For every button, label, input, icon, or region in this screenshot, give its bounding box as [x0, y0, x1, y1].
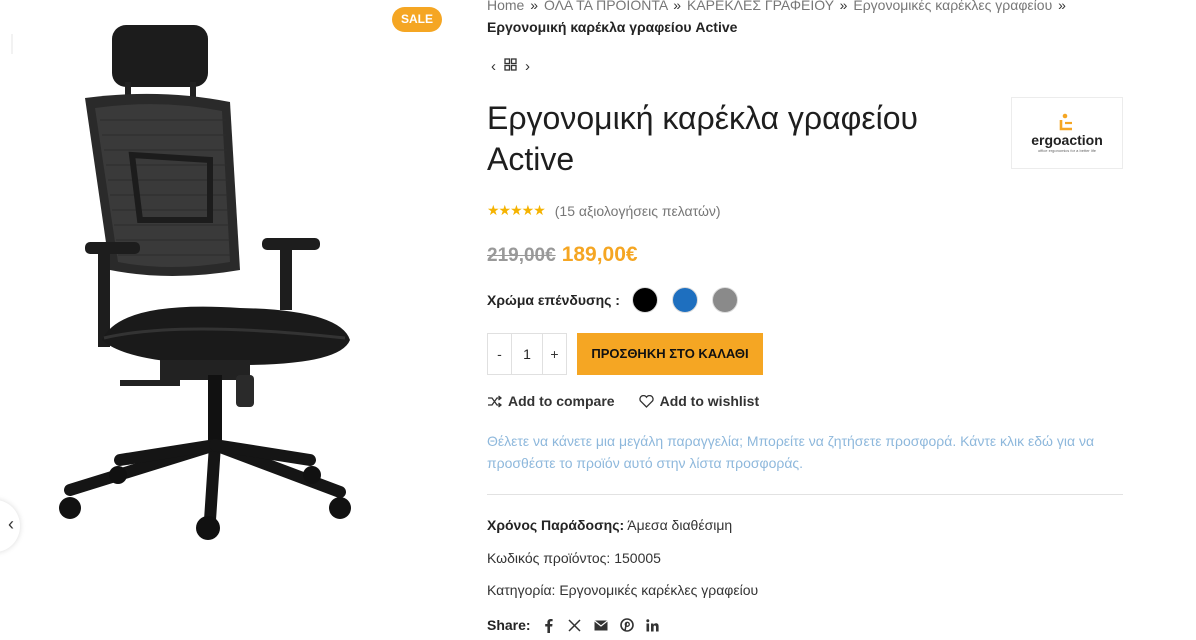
- brand-tagline: office ergonomics for a better life: [1038, 147, 1096, 153]
- share-bar: Share:: [487, 617, 661, 633]
- wishlist-label: Add to wishlist: [659, 393, 760, 409]
- product-rating: ★★★★★ (15 αξιολογήσεις πελατών): [487, 202, 721, 219]
- brand-logo[interactable]: ergoaction office ergonomics for a bette…: [1011, 97, 1123, 169]
- breadcrumb-ergonomic-chairs[interactable]: Εργονομικές καρέκλες γραφείου: [853, 0, 1052, 13]
- chevron-left-icon: ‹: [8, 514, 14, 534]
- breadcrumb: Home » ΟΛΑ ΤΑ ΠΡΟΪΟΝΤΑ » ΚΑΡΕΚΛΕΣ ΓΡΑΦΕΙ…: [487, 0, 1127, 38]
- product-actions: Add to compare Add to wishlist: [487, 393, 759, 409]
- delivery-time: Χρόνος Παράδοσης: Άμεσα διαθέσιμη: [487, 517, 732, 533]
- breadcrumb-separator: »: [839, 0, 848, 13]
- star-rating-icon: ★★★★★: [487, 202, 546, 218]
- chevron-left-icon[interactable]: ‹: [491, 58, 496, 75]
- linkedin-icon[interactable]: [645, 617, 661, 633]
- ergoaction-logo-icon: [1059, 113, 1072, 130]
- price-sale: 189,00€: [561, 243, 638, 266]
- facebook-icon[interactable]: [541, 617, 557, 633]
- heart-icon: [638, 394, 654, 408]
- quote-request-link[interactable]: Θέλετε να κάνετε μια μεγάλη παραγγελία; …: [487, 430, 1127, 474]
- breadcrumb-current: Εργονομική καρέκλα γραφείου Active: [487, 19, 738, 35]
- add-to-cart-button[interactable]: ΠΡΟΣΘΗΚΗ ΣΤΟ ΚΑΛΑΘΙ: [577, 333, 763, 375]
- compare-link[interactable]: Add to compare: [487, 393, 615, 409]
- product-image[interactable]: [40, 20, 370, 550]
- delivery-value: Άμεσα διαθέσιμη: [627, 517, 733, 533]
- price-old: 219,00€: [487, 245, 556, 266]
- product-navigation: ‹ ›: [491, 58, 530, 75]
- color-selector: Χρώμα επένδυσης :: [487, 287, 752, 313]
- breadcrumb-all-products[interactable]: ΟΛΑ ΤΑ ΠΡΟΪΟΝΤΑ: [544, 0, 667, 13]
- compare-icon: [488, 394, 502, 408]
- swatch-blue[interactable]: [672, 287, 698, 313]
- breadcrumb-separator: »: [1058, 0, 1066, 13]
- sale-badge: SALE: [392, 7, 442, 32]
- product-price: 219,00€ 189,00€: [487, 243, 638, 267]
- category-link[interactable]: Εργονομικές καρέκλες γραφείου: [559, 582, 758, 598]
- breadcrumb-office-chairs[interactable]: ΚΑΡΕΚΛΕΣ ΓΡΑΦΕΙΟΥ: [687, 0, 834, 13]
- reviews-link[interactable]: (15 αξιολογήσεις πελατών): [555, 203, 721, 219]
- quantity-stepper: - 1 +: [487, 333, 567, 375]
- swatch-black[interactable]: [632, 287, 658, 313]
- quantity-decrease-button[interactable]: -: [488, 334, 512, 374]
- gallery-edge: [11, 34, 13, 54]
- delivery-label: Χρόνος Παράδοσης:: [487, 517, 625, 533]
- compare-label: Add to compare: [508, 393, 615, 409]
- swatch-grey[interactable]: [712, 287, 738, 313]
- x-icon[interactable]: [567, 617, 583, 633]
- quantity-increase-button[interactable]: +: [542, 334, 566, 374]
- brand-name: ergoaction: [1031, 131, 1103, 148]
- color-label: Χρώμα επένδυσης :: [487, 292, 620, 308]
- chevron-right-icon[interactable]: ›: [525, 58, 530, 75]
- sku-label: Κωδικός προϊόντος:: [487, 550, 611, 566]
- share-label: Share:: [487, 617, 531, 633]
- email-icon[interactable]: [593, 617, 609, 633]
- divider: [487, 494, 1123, 495]
- quantity-input[interactable]: 1: [512, 334, 542, 374]
- category-label: Κατηγορία:: [487, 582, 556, 598]
- product-title: Εργονομική καρέκλα γραφείου Active: [487, 100, 918, 177]
- wishlist-link[interactable]: Add to wishlist: [638, 393, 760, 409]
- gallery-prev-button[interactable]: ‹: [0, 500, 20, 552]
- sku-value: 150005: [614, 550, 661, 566]
- product-gallery: SALE ‹: [0, 0, 460, 640]
- grid-icon[interactable]: [504, 58, 517, 75]
- pinterest-icon[interactable]: [619, 617, 635, 633]
- product-category: Κατηγορία: Εργονομικές καρέκλες γραφείου: [487, 582, 758, 598]
- breadcrumb-separator: »: [530, 0, 539, 13]
- breadcrumb-home[interactable]: Home: [487, 0, 524, 13]
- breadcrumb-separator: »: [673, 0, 682, 13]
- product-sku: Κωδικός προϊόντος: 150005: [487, 550, 661, 566]
